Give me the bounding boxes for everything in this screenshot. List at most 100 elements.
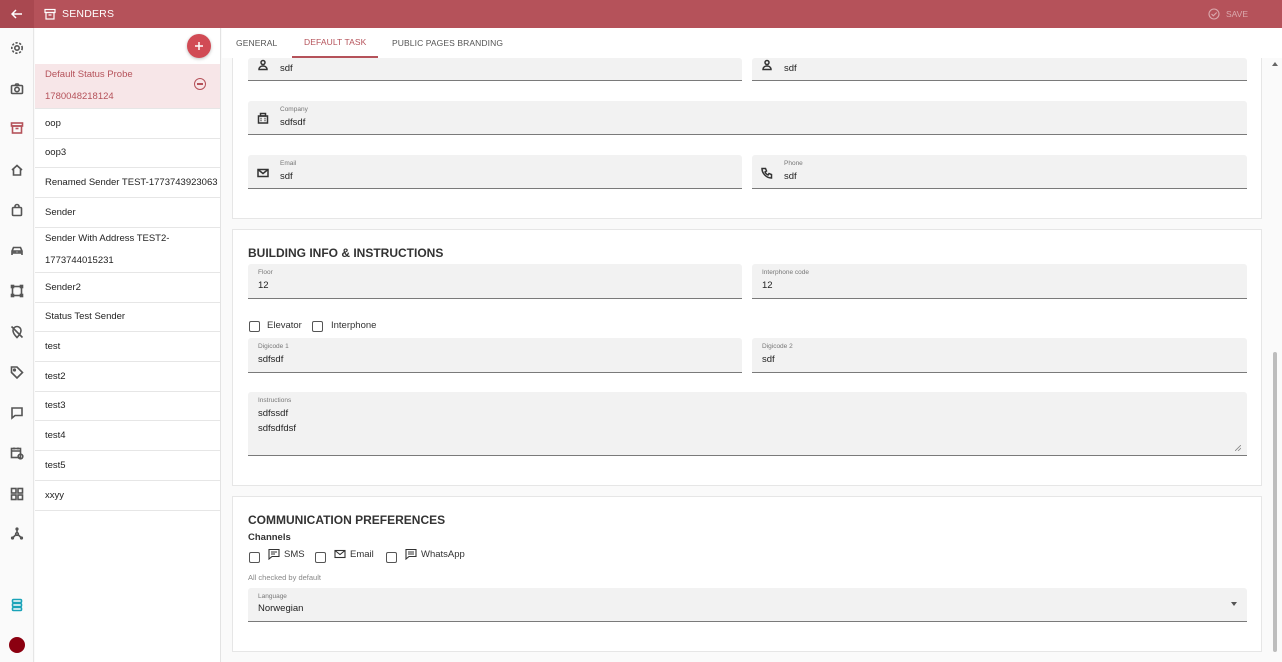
sms-label: SMS xyxy=(284,549,305,560)
avatar[interactable] xyxy=(9,637,25,653)
last-name-value: sdf xyxy=(784,63,797,74)
phone-icon xyxy=(761,166,773,179)
back-button[interactable] xyxy=(0,0,34,28)
digicode1-value: sdfsdf xyxy=(258,354,284,365)
list-item[interactable]: test4 xyxy=(35,421,220,451)
floor-field[interactable]: Floor 12 xyxy=(248,264,742,299)
sender-name: xxyy xyxy=(45,489,64,501)
phone-field[interactable]: Phone sdf xyxy=(752,155,1247,189)
sender-list: Default Status Probe 1780048218124 oop o… xyxy=(35,28,221,662)
polygon-icon[interactable] xyxy=(9,283,25,299)
phone-value: sdf xyxy=(784,171,797,182)
list-item[interactable]: test3 xyxy=(35,392,220,421)
tab-general[interactable]: GENERAL xyxy=(236,28,277,58)
sender-name: Default Status Probe xyxy=(45,69,133,80)
company-label: Company xyxy=(280,106,308,113)
sms-checkbox[interactable] xyxy=(249,552,260,563)
channels-hint: All checked by default xyxy=(248,573,321,582)
digicode2-label: Digicode 2 xyxy=(762,343,793,350)
digicode2-value: sdf xyxy=(762,354,775,365)
list-item[interactable]: Sender2 xyxy=(35,273,220,303)
instructions-line: sdfssdf xyxy=(258,408,289,419)
list-item[interactable]: xxyy xyxy=(35,481,220,511)
sender-name: oop3 xyxy=(45,147,67,158)
list-item[interactable]: oop xyxy=(35,109,220,139)
page-title-text: SENDERS xyxy=(62,8,115,20)
interphone-checkbox[interactable] xyxy=(312,321,323,332)
plus-icon xyxy=(195,42,203,50)
elevator-label: Elevator xyxy=(267,320,302,331)
whatsapp-checkbox[interactable] xyxy=(386,552,397,563)
list-item[interactable]: Default Status Probe 1780048218124 xyxy=(35,64,220,109)
phone-label: Phone xyxy=(784,160,803,167)
database-icon[interactable] xyxy=(9,597,25,613)
calendar-clock-icon[interactable] xyxy=(9,445,25,461)
location-off-icon[interactable] xyxy=(9,324,25,340)
person-icon xyxy=(761,58,773,71)
floor-value: 12 xyxy=(258,280,269,291)
floor-label: Floor xyxy=(258,269,273,276)
tab-default-task[interactable]: DEFAULT TASK xyxy=(292,28,379,58)
sender-name: Sender2 xyxy=(45,281,81,293)
add-sender-button[interactable] xyxy=(187,34,211,58)
home-icon[interactable] xyxy=(9,162,25,178)
tab-public-pages-branding[interactable]: PUBLIC PAGES BRANDING xyxy=(392,28,503,58)
list-item[interactable]: Sender xyxy=(35,198,220,228)
list-item[interactable]: oop3 xyxy=(35,139,220,168)
settings-icon[interactable] xyxy=(9,40,25,56)
tab-bar: GENERAL DEFAULT TASK PUBLIC PAGES BRANDI… xyxy=(222,28,1282,58)
sms-icon xyxy=(268,548,280,560)
remove-circle-icon[interactable] xyxy=(194,78,206,90)
camera-icon[interactable] xyxy=(9,81,25,97)
first-name-field[interactable]: sdf xyxy=(248,58,742,81)
email-field[interactable]: Email sdf xyxy=(248,155,742,189)
email-value: sdf xyxy=(280,171,293,182)
scroll-up-icon[interactable] xyxy=(1272,62,1278,66)
tag-icon[interactable] xyxy=(9,364,25,380)
message-icon[interactable] xyxy=(9,405,25,421)
save-button[interactable]: SAVE xyxy=(1208,0,1248,28)
building-section-title: BUILDING INFO & INSTRUCTIONS xyxy=(248,246,444,260)
list-item[interactable]: test5 xyxy=(35,451,220,481)
scrollbar-thumb[interactable] xyxy=(1273,352,1277,652)
list-item[interactable]: Renamed Sender TEST-1773743923063 xyxy=(35,168,220,198)
save-label: SAVE xyxy=(1225,9,1248,19)
business-icon xyxy=(257,111,269,124)
grid-icon[interactable] xyxy=(9,486,25,502)
sender-name: Renamed Sender TEST-1773743923063 xyxy=(45,176,218,188)
archive-icon[interactable] xyxy=(9,120,25,136)
mail-icon xyxy=(257,166,269,178)
list-item[interactable]: test2 xyxy=(35,362,220,392)
interphone-code-label: Interphone code xyxy=(762,269,809,276)
sender-name: test2 xyxy=(45,370,66,382)
communication-card: COMMUNICATION PREFERENCES Channels SMS E… xyxy=(232,496,1262,652)
sender-name: Sender With Address TEST2- xyxy=(45,233,170,244)
email-label: Email xyxy=(280,160,297,167)
company-field[interactable]: Company sdfsdf xyxy=(248,101,1247,135)
instructions-textarea[interactable]: Instructions sdfssdf sdfsdfdsf xyxy=(248,392,1247,456)
shopping-bag-icon[interactable] xyxy=(9,202,25,218)
language-value: Norwegian xyxy=(258,603,304,614)
person-icon xyxy=(257,58,269,71)
car-icon[interactable] xyxy=(9,243,25,259)
instructions-line: sdfsdfdsf xyxy=(258,423,297,434)
arrow-left-icon xyxy=(11,9,22,19)
hub-icon[interactable] xyxy=(9,526,25,542)
digicode2-field[interactable]: Digicode 2 sdf xyxy=(752,338,1247,373)
email-checkbox[interactable] xyxy=(315,552,326,563)
sender-name: test3 xyxy=(45,400,66,411)
scrollbar[interactable] xyxy=(1272,62,1278,662)
sender-name: Sender xyxy=(45,206,76,218)
resize-handle-icon[interactable] xyxy=(1235,445,1241,451)
sender-name: Status Test Sender xyxy=(45,311,126,322)
interphone-code-field[interactable]: Interphone code 12 xyxy=(752,264,1247,299)
list-item[interactable]: Status Test Sender xyxy=(35,303,220,332)
digicode1-field[interactable]: Digicode 1 sdfsdf xyxy=(248,338,742,373)
last-name-field[interactable]: sdf xyxy=(752,58,1247,81)
elevator-checkbox[interactable] xyxy=(249,321,260,332)
list-item[interactable]: test xyxy=(35,332,220,362)
language-select[interactable]: Language Norwegian xyxy=(248,588,1247,622)
list-item[interactable]: Sender With Address TEST2- 1773744015231 xyxy=(35,228,220,273)
language-label: Language xyxy=(258,593,287,600)
whatsapp-label: WhatsApp xyxy=(421,549,465,560)
